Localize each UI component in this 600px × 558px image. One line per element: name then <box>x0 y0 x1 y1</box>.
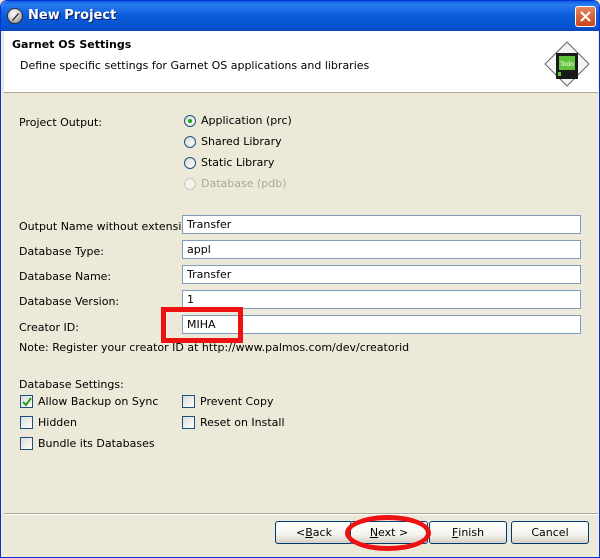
radio-application[interactable]: Application (prc) <box>184 114 292 127</box>
bundle-databases-checkbox[interactable] <box>20 437 33 450</box>
back-button-prefix: < <box>296 526 306 539</box>
database-type-field[interactable]: appl <box>182 240 581 259</box>
page-title: Garnet OS Settings <box>12 38 132 51</box>
back-button-mnemonic: B <box>305 526 313 539</box>
database-name-field[interactable]: Transfer <box>182 265 581 284</box>
output-name-label: Output Name without extension: <box>19 220 199 233</box>
database-name-label: Database Name: <box>19 270 112 283</box>
title-bar[interactable]: New Project <box>1 1 599 31</box>
finish-button[interactable]: Finish <box>429 521 507 544</box>
garnet-device-logo-icon: Todo <box>544 41 590 87</box>
checkbox-label: Reset on Install <box>200 416 285 429</box>
reset-on-install-checkbox[interactable] <box>182 416 195 429</box>
finish-button-label: inish <box>458 526 485 539</box>
radio-button-disabled <box>184 177 196 190</box>
checkbox-label: Allow Backup on Sync <box>38 395 159 408</box>
close-icon <box>580 11 591 22</box>
project-output-label: Project Output: <box>19 116 103 129</box>
radio-static-library[interactable]: Static Library <box>184 156 274 169</box>
checkbox-label: Bundle its Databases <box>38 437 155 450</box>
creator-id-highlight-annotation <box>161 307 243 343</box>
back-button-label: ack <box>312 526 332 539</box>
radio-button[interactable] <box>184 156 196 169</box>
cancel-button[interactable]: Cancel <box>511 521 589 544</box>
radio-button[interactable] <box>184 135 196 148</box>
radio-shared-library[interactable]: Shared Library <box>184 135 282 148</box>
checkbox-label: Prevent Copy <box>200 395 274 408</box>
footer-separator <box>4 513 598 515</box>
checkmark-icon <box>22 397 32 407</box>
svg-text:Todo: Todo <box>559 61 574 68</box>
window-title: New Project <box>28 8 117 23</box>
bundle-databases-checkbox-row[interactable]: Bundle its Databases <box>20 437 155 450</box>
prevent-copy-checkbox[interactable] <box>182 395 195 408</box>
radio-label: Static Library <box>201 156 275 169</box>
allow-backup-checkbox-row[interactable]: Allow Backup on Sync <box>20 395 158 408</box>
page-description: Define specific settings for Garnet OS a… <box>20 59 370 72</box>
next-button-highlight-annotation <box>345 515 431 551</box>
hidden-checkbox-row[interactable]: Hidden <box>20 416 77 429</box>
database-version-label: Database Version: <box>19 295 120 308</box>
eclipse-app-icon <box>7 8 23 24</box>
database-settings-label: Database Settings: <box>19 378 124 391</box>
allow-backup-checkbox[interactable] <box>20 395 33 408</box>
database-type-label: Database Type: <box>19 245 104 258</box>
wizard-header: Garnet OS Settings Define specific setti… <box>4 31 598 93</box>
output-name-field[interactable]: Transfer <box>182 215 581 234</box>
creator-id-label: Creator ID: <box>19 321 79 334</box>
close-button[interactable] <box>575 6 596 27</box>
reset-on-install-checkbox-row[interactable]: Reset on Install <box>182 416 285 429</box>
settings-panel: Project Output: Application (prc) Shared… <box>4 94 598 512</box>
radio-label: Application (prc) <box>201 114 292 127</box>
radio-label: Shared Library <box>201 135 282 148</box>
new-project-window: New Project Garnet OS Settings Define sp… <box>0 0 600 558</box>
checkbox-label: Hidden <box>38 416 78 429</box>
radio-label: Database (pdb) <box>201 177 287 190</box>
radio-database-pdb: Database (pdb) <box>184 177 287 190</box>
back-button[interactable]: < Back <box>275 521 353 544</box>
prevent-copy-checkbox-row[interactable]: Prevent Copy <box>182 395 273 408</box>
hidden-checkbox[interactable] <box>20 416 33 429</box>
radio-button-checked[interactable] <box>184 114 196 127</box>
